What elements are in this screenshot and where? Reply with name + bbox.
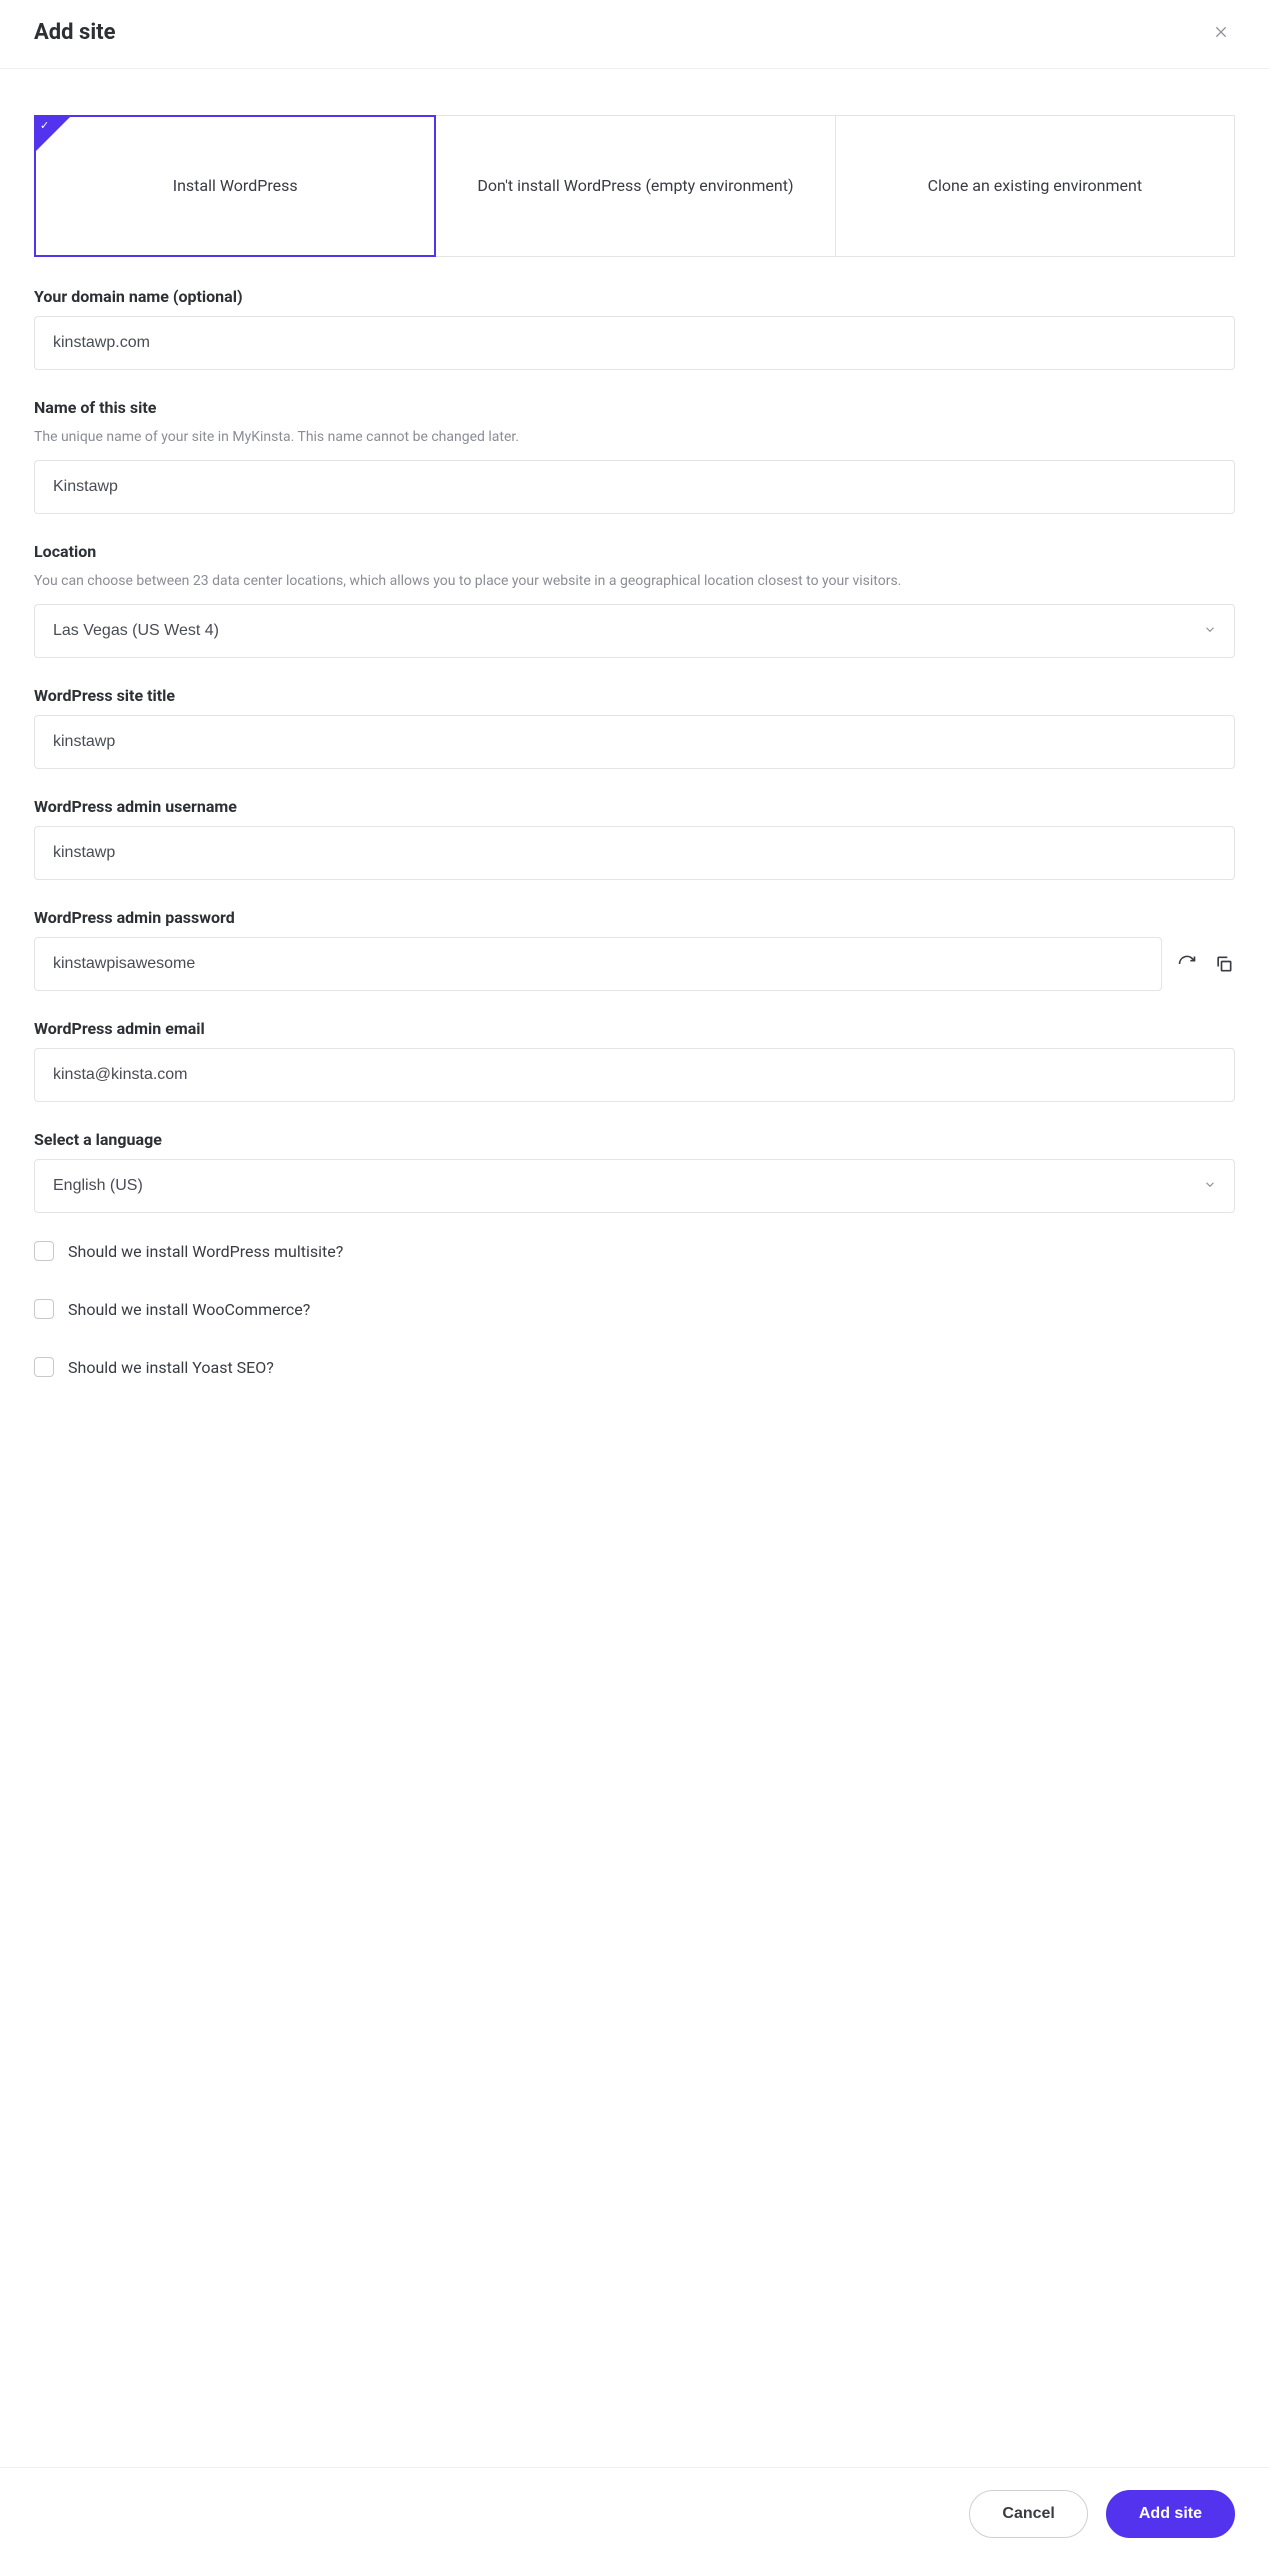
refresh-icon: [1177, 954, 1197, 974]
wp-title-input[interactable]: [34, 715, 1235, 769]
modal-header: Add site: [0, 0, 1269, 69]
copy-password-button[interactable]: [1213, 952, 1236, 976]
option-empty-environment[interactable]: Don't install WordPress (empty environme…: [436, 115, 835, 257]
domain-label: Your domain name (optional): [34, 287, 1235, 306]
wp-title-label: WordPress site title: [34, 686, 1235, 705]
field-wp-email: WordPress admin email: [34, 1019, 1235, 1102]
site-name-help: The unique name of your site in MyKinsta…: [34, 427, 1235, 448]
checkbox-woocommerce-label[interactable]: Should we install WooCommerce?: [68, 1300, 310, 1319]
modal-title: Add site: [34, 20, 115, 45]
checkbox-multisite-row: Should we install WordPress multisite?: [34, 1241, 1235, 1261]
site-name-input[interactable]: [34, 460, 1235, 514]
wp-email-label: WordPress admin email: [34, 1019, 1235, 1038]
domain-input[interactable]: [34, 316, 1235, 370]
option-install-wordpress[interactable]: ✓ Install WordPress: [34, 115, 436, 257]
location-help: You can choose between 23 data center lo…: [34, 571, 1235, 592]
checkbox-multisite[interactable]: [34, 1241, 54, 1261]
site-name-label: Name of this site: [34, 398, 1235, 417]
language-select[interactable]: [34, 1159, 1235, 1213]
wp-user-input[interactable]: [34, 826, 1235, 880]
add-site-button[interactable]: Add site: [1106, 2490, 1235, 2538]
install-mode-options: ✓ Install WordPress Don't install WordPr…: [34, 115, 1235, 257]
option-clone-environment[interactable]: Clone an existing environment: [836, 115, 1235, 257]
language-label: Select a language: [34, 1130, 1235, 1149]
checkbox-multisite-label[interactable]: Should we install WordPress multisite?: [68, 1242, 343, 1261]
modal-body: ✓ Install WordPress Don't install WordPr…: [0, 69, 1269, 2467]
location-select[interactable]: [34, 604, 1235, 658]
location-label: Location: [34, 542, 1235, 561]
checkbox-woocommerce[interactable]: [34, 1299, 54, 1319]
copy-icon: [1214, 954, 1234, 974]
wp-password-label: WordPress admin password: [34, 908, 1235, 927]
field-wp-user: WordPress admin username: [34, 797, 1235, 880]
cancel-button[interactable]: Cancel: [969, 2490, 1087, 2538]
checkbox-yoast[interactable]: [34, 1357, 54, 1377]
wp-user-label: WordPress admin username: [34, 797, 1235, 816]
option-label: Clone an existing environment: [928, 174, 1142, 198]
option-label: Install WordPress: [173, 174, 298, 198]
field-site-name: Name of this site The unique name of you…: [34, 398, 1235, 514]
modal-footer: Cancel Add site: [0, 2467, 1269, 2560]
field-location: Location You can choose between 23 data …: [34, 542, 1235, 658]
field-domain: Your domain name (optional): [34, 287, 1235, 370]
wp-email-input[interactable]: [34, 1048, 1235, 1102]
checkbox-yoast-label[interactable]: Should we install Yoast SEO?: [68, 1358, 274, 1377]
check-icon: ✓: [40, 120, 49, 131]
checkbox-woocommerce-row: Should we install WooCommerce?: [34, 1299, 1235, 1319]
regenerate-password-button[interactable]: [1176, 952, 1199, 976]
checkbox-yoast-row: Should we install Yoast SEO?: [34, 1357, 1235, 1377]
wp-password-input[interactable]: [34, 937, 1162, 991]
option-label: Don't install WordPress (empty environme…: [477, 174, 793, 198]
close-icon: [1213, 24, 1229, 40]
field-language: Select a language: [34, 1130, 1235, 1213]
field-wp-password: WordPress admin password: [34, 908, 1235, 991]
close-button[interactable]: [1207, 18, 1235, 46]
field-wp-title: WordPress site title: [34, 686, 1235, 769]
